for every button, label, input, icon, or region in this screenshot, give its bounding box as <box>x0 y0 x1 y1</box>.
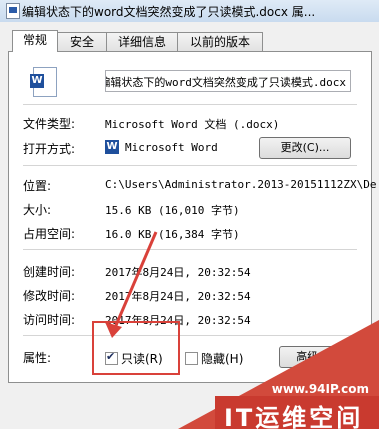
watermark-brand: IT运维空间 <box>224 404 364 432</box>
tab-general[interactable]: 常规 <box>12 30 58 52</box>
watermark-url: www.94IP.com <box>271 382 369 396</box>
